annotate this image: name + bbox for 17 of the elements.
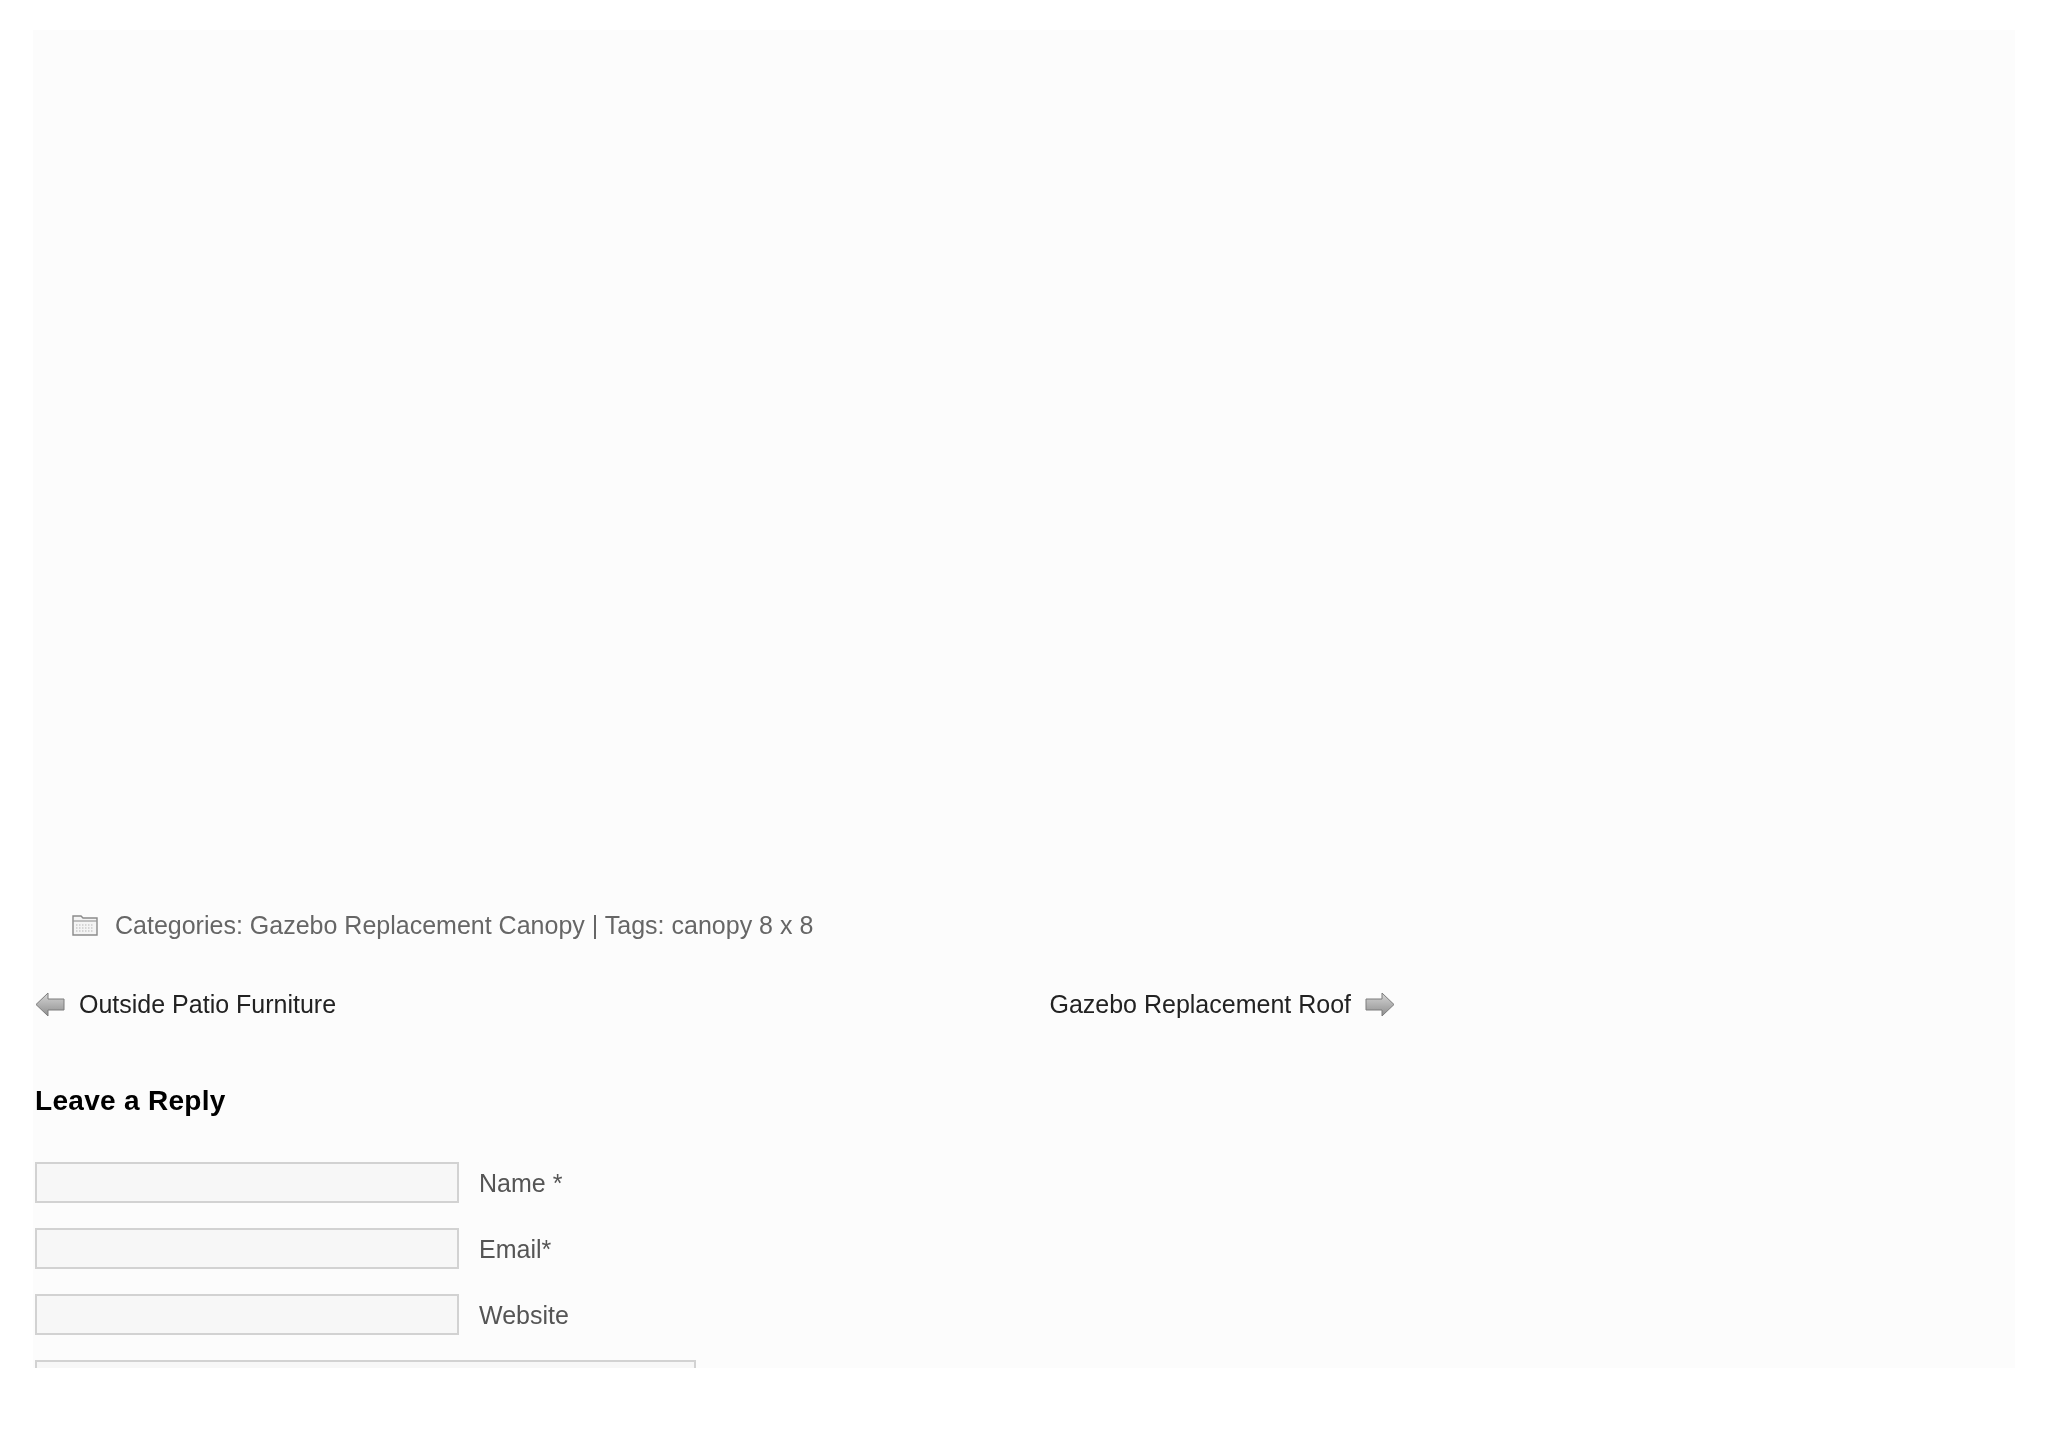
categories-label: Categories: <box>115 910 243 940</box>
next-post-link[interactable]: Gazebo Replacement Roof <box>1049 989 1351 1019</box>
folder-icon <box>72 914 98 936</box>
left-arrow-icon <box>35 990 65 1018</box>
reply-heading: Leave a Reply <box>35 1085 226 1117</box>
field-label: Name * <box>479 1167 563 1198</box>
text-input-field[interactable] <box>35 1294 459 1335</box>
field-label: Email* <box>479 1233 552 1264</box>
previous-post-link[interactable]: Outside Patio Furniture <box>79 989 337 1019</box>
right-arrow-icon <box>1365 990 1395 1018</box>
category-link[interactable]: Gazebo Replacement Canopy <box>249 910 585 940</box>
text-input-field[interactable] <box>35 1162 459 1203</box>
tags-label: | Tags: <box>591 910 665 940</box>
field-label: Website <box>479 1299 569 1330</box>
tag-link[interactable]: canopy 8 x 8 <box>671 910 814 940</box>
comment-field[interactable] <box>35 1360 696 1368</box>
text-input-field[interactable] <box>35 1228 459 1269</box>
